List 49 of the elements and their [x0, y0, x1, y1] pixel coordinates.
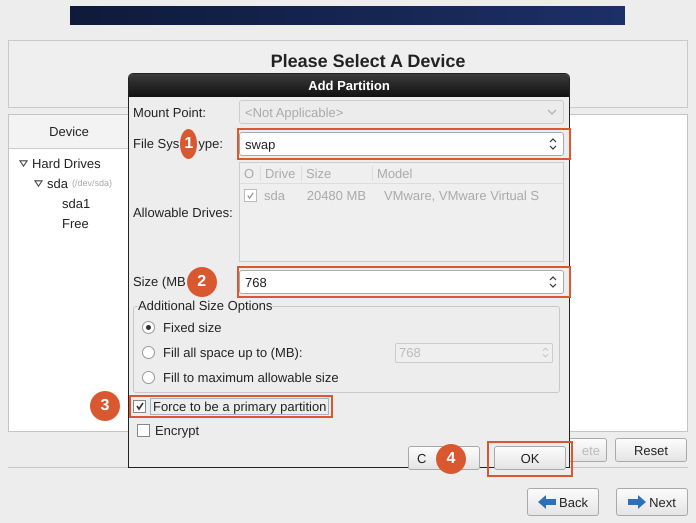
back-button[interactable]: Back [527, 488, 599, 516]
option-label[interactable]: Fill all space up to (MB): [163, 345, 302, 360]
field-label: Size (MB [133, 274, 186, 289]
table-cell-text: VMware, VMware Virtual S [383, 188, 540, 202]
spin-icon [549, 275, 557, 289]
checkbox[interactable] [133, 400, 146, 412]
tree-item[interactable]: sda1 [62, 196, 90, 210]
page-heading: Please Select A Device [270, 51, 466, 72]
radio-button[interactable] [142, 321, 155, 334]
step-badge: 4 [436, 444, 466, 474]
dialog-title: Add Partition [129, 74, 569, 97]
field-label: ype: [198, 136, 223, 151]
column-header: Device [9, 115, 129, 149]
size-field[interactable]: 768 [239, 270, 564, 294]
column-header: Size [302, 166, 373, 180]
column-header: O [240, 166, 261, 180]
checkbox[interactable] [137, 424, 150, 436]
expander-icon[interactable] [19, 158, 28, 168]
expander-icon[interactable] [34, 178, 43, 188]
field-label: Mount Point: [133, 104, 207, 120]
checkbox-label[interactable]: Force to be a primary partition [151, 398, 328, 414]
device-path: (/dev/sda) [72, 178, 112, 188]
field-label: Allowable Drives: [133, 204, 234, 220]
ok-button[interactable]: OK [494, 446, 566, 470]
spin-icon [542, 346, 549, 359]
option-label[interactable]: Fixed size [163, 320, 222, 335]
step-badge: 2 [186, 266, 217, 296]
radio-button[interactable] [142, 346, 155, 359]
tree-item[interactable]: Hard Drives [32, 156, 101, 170]
file-system-dropdown[interactable]: swap [239, 132, 564, 156]
column-header: Drive [261, 166, 302, 180]
checkbox-label[interactable]: Encrypt [155, 422, 200, 438]
tree-item[interactable]: sda [47, 176, 68, 190]
field-label: File Sys [133, 136, 180, 151]
option-label[interactable]: Fill to maximum allowable size [163, 370, 339, 385]
checkbox[interactable] [244, 188, 257, 202]
arrow-icon [538, 495, 556, 509]
action-button[interactable]: Reset [615, 438, 687, 462]
step-badge: 1 [180, 128, 198, 158]
spin-icon [549, 138, 557, 150]
table-cell-text: 20480 MB [306, 188, 367, 202]
group-title: Additional Size Options [138, 298, 272, 314]
caret-icon [547, 109, 557, 115]
table-cell-text: sda [263, 188, 286, 202]
column-header: Model [376, 166, 414, 180]
tree-item[interactable]: Free [62, 216, 89, 230]
radio-button[interactable] [142, 371, 155, 384]
arrow-icon [628, 495, 646, 509]
next-button[interactable]: Next [616, 488, 688, 516]
